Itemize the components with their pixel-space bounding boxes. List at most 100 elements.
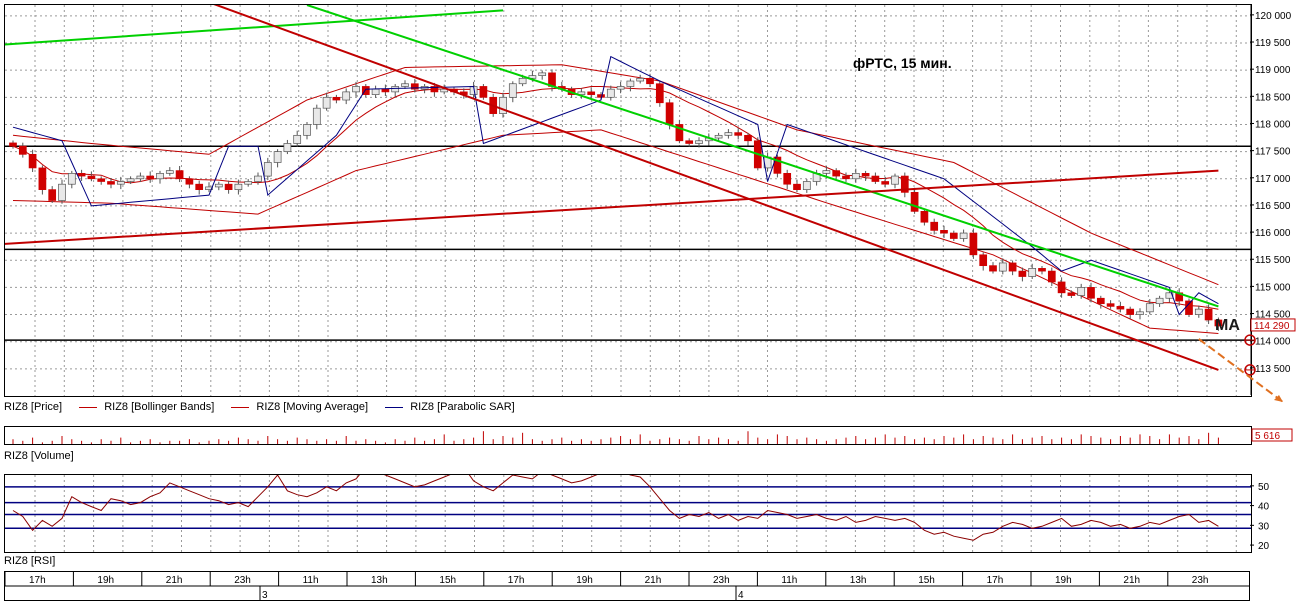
legend-sar-swatch [385, 406, 404, 408]
candle-body [244, 181, 253, 185]
legend-bollinger: RIZ8 [Bollinger Bands] [104, 401, 215, 414]
candle [1008, 260, 1017, 276]
ma-annotation: MA [1215, 317, 1240, 334]
candle [832, 168, 841, 179]
rsi-y-tick-label: 40 [1258, 502, 1270, 513]
volume-chart-pane[interactable] [4, 426, 1252, 445]
candle-body [67, 172, 76, 185]
candle [969, 228, 978, 259]
y-tick-label: 114 000 [1255, 337, 1291, 348]
rsi-chart-pane[interactable] [4, 474, 1252, 553]
candle-body [283, 143, 292, 152]
rsi-y-tick-label: 30 [1258, 521, 1270, 532]
hour-label: 21h [645, 575, 662, 586]
y-tick-label: 119 000 [1255, 65, 1291, 76]
hour-label: 13h [850, 575, 867, 586]
legend-volume: RIZ8 [Volume] [4, 450, 74, 463]
candle [989, 262, 997, 274]
candle-body [352, 86, 360, 93]
candle [861, 170, 870, 181]
horizontal-levels [5, 145, 1251, 341]
hour-label: 15h [918, 575, 935, 586]
candle [773, 154, 782, 178]
candle [1038, 265, 1046, 275]
candle-body [1067, 292, 1076, 296]
price-chart-pane[interactable]: фРТС, 15 мин. MA [4, 4, 1252, 397]
candle-body [1126, 308, 1135, 315]
candle [1194, 305, 1203, 318]
candle-body [175, 170, 184, 180]
candle [185, 176, 194, 189]
candle-body [606, 88, 615, 98]
candle [244, 179, 253, 187]
candle [655, 81, 664, 107]
candle-body [822, 170, 831, 174]
candle [793, 179, 801, 193]
candle-body [116, 181, 125, 185]
candle [156, 170, 164, 184]
candle-body [851, 172, 860, 180]
forecast-arrow-head [1274, 395, 1283, 402]
rsi-y-axis-svg: 20 30 40 50 [1250, 482, 1270, 551]
candle-body [391, 86, 400, 93]
y-tick-label: 113 500 [1255, 364, 1291, 375]
volume-chart-svg [12, 431, 1219, 444]
candle-body [734, 132, 743, 136]
candle [1077, 283, 1086, 299]
candle-body [646, 77, 654, 85]
candle [58, 179, 66, 204]
candle [959, 229, 968, 242]
candle-body [1028, 268, 1037, 277]
candle [851, 168, 860, 183]
candle-body [949, 232, 958, 239]
candle [205, 182, 213, 193]
hour-label: 23h [234, 575, 251, 586]
volume-y-axis: 5 616 [1250, 426, 1304, 443]
candle-body [479, 86, 488, 98]
candle-body [1096, 297, 1105, 305]
candle [626, 78, 635, 92]
candle-body [1116, 306, 1125, 310]
hour-label: 19h [97, 575, 114, 586]
candle [871, 172, 880, 184]
candle-body [989, 265, 997, 272]
candle [38, 165, 47, 195]
trendlines [5, 5, 1219, 371]
candle-body [38, 167, 47, 190]
candle-body [783, 172, 792, 185]
rsi-y-tick-label: 50 [1258, 482, 1270, 493]
legend-bollinger-swatch [79, 406, 98, 408]
candle [979, 252, 988, 271]
candle [195, 180, 204, 195]
price-chart-svg: фРТС, 15 мин. MA [5, 5, 1251, 396]
price-y-axis[interactable]: 113 500 114 000 114 500 115 000 115 500 116 0… [1250, 4, 1304, 395]
candle [67, 170, 76, 189]
candle-body [18, 145, 27, 155]
y-tick-label: 118 500 [1255, 92, 1291, 103]
candle-body [77, 172, 86, 177]
candle [1126, 306, 1135, 319]
candle-body [1106, 303, 1115, 307]
candle-body [97, 178, 106, 182]
candle [332, 94, 341, 104]
candle-body [979, 254, 988, 267]
candle-body [303, 124, 311, 136]
legend-ma-swatch [231, 406, 250, 408]
time-axis[interactable]: 17h 19h 21h 23h 11h 13h 15h 17h 19h 21h 23h 11h 13h 1… [4, 571, 1250, 601]
candle [910, 187, 919, 214]
hour-label: 17h [29, 575, 46, 586]
hour-label: 21h [166, 575, 183, 586]
legend-moving-average: RIZ8 [Moving Average] [256, 401, 369, 414]
candle-body [842, 175, 850, 180]
candle-body [273, 151, 282, 163]
candle [175, 166, 184, 183]
candle-body [724, 132, 733, 136]
candle-body [156, 172, 164, 180]
hour-label: 11h [781, 575, 797, 586]
candle-body [538, 72, 547, 76]
candle [28, 149, 37, 172]
candle [303, 122, 311, 140]
candle-body [744, 134, 752, 142]
candle [891, 173, 899, 189]
candle [636, 74, 645, 84]
